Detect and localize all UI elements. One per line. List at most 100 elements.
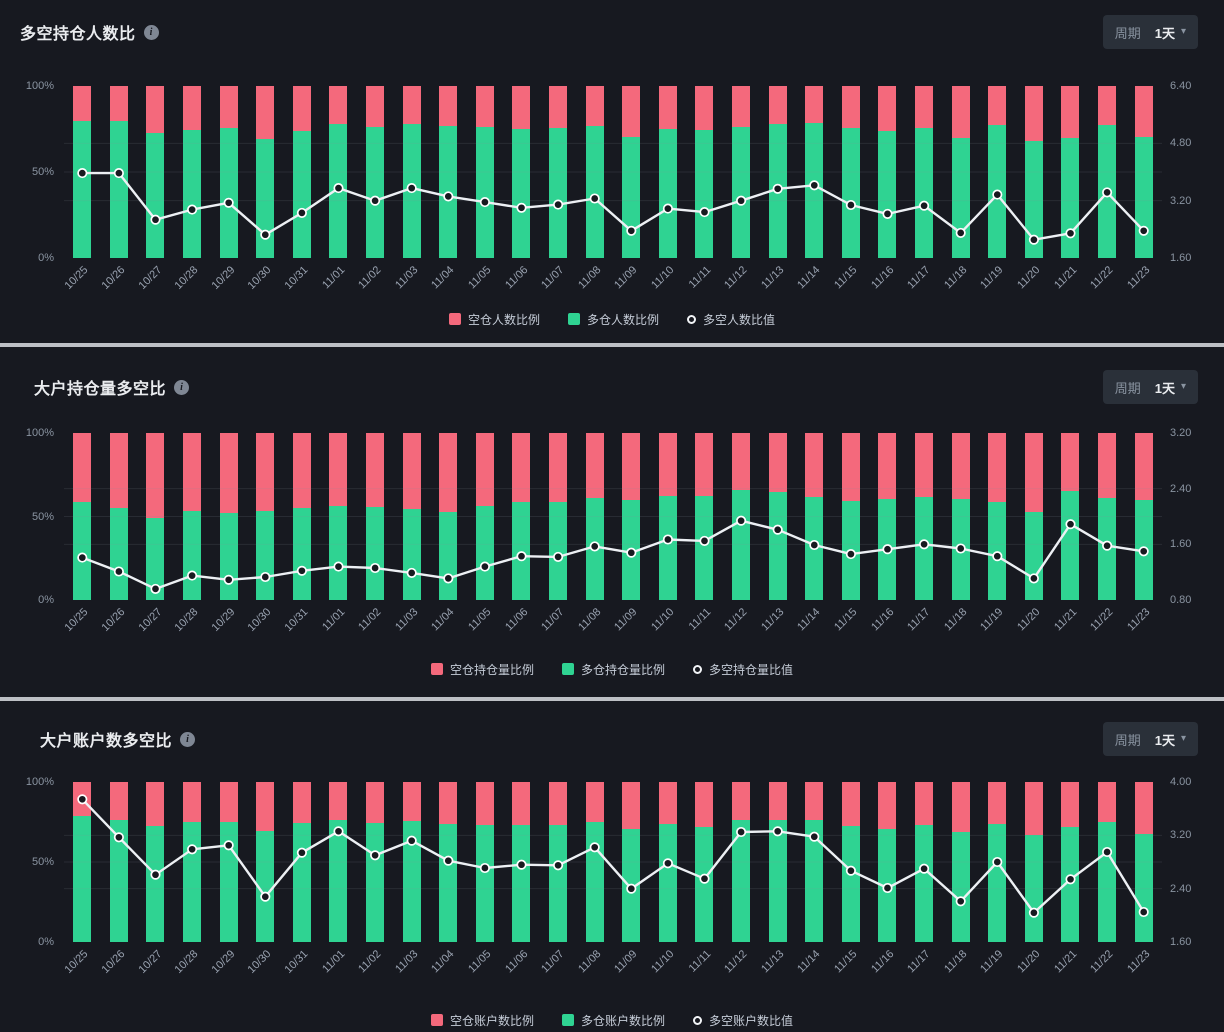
ratio-dot	[78, 169, 86, 177]
ratio-dot	[334, 562, 342, 570]
ratio-dot	[517, 552, 525, 560]
x-axis-label: 11/09	[612, 606, 639, 633]
ratio-dot	[225, 576, 233, 584]
ratio-dot	[664, 859, 672, 867]
legend-item-long[interactable]: 多仓持仓量比例	[562, 661, 665, 678]
right-axis-tick: 1.60	[1170, 936, 1191, 948]
legend-item-short[interactable]: 空仓持仓量比例	[431, 661, 534, 678]
chart-body: 100%50%0% 4.003.202.401.60	[0, 782, 1224, 942]
x-axis-label: 11/07	[539, 948, 566, 975]
x-axis-label: 11/05	[466, 606, 493, 633]
right-axis-tick: 3.20	[1170, 195, 1191, 207]
x-axis-label: 11/02	[356, 606, 383, 633]
plot-area[interactable]	[64, 433, 1162, 600]
plot-area[interactable]	[64, 782, 1162, 942]
ratio-dot	[627, 885, 635, 893]
y-axis-left: 100%50%0%	[0, 433, 64, 600]
legend-square-icon	[449, 313, 461, 325]
panel-header: 大户持仓量多空比 i 周期 1天 ▾	[0, 369, 1224, 405]
chart-panel-top-trader-position-ratio: 大户持仓量多空比 i 周期 1天 ▾ 100%50%0% 3.202.401.6…	[0, 347, 1224, 697]
chart-title: 大户账户数多空比	[40, 727, 172, 751]
x-axis-label: 10/29	[209, 264, 237, 292]
ratio-dot	[444, 574, 452, 582]
caret-down-icon: ▾	[1181, 27, 1186, 37]
legend-item-long[interactable]: 多仓账户数比例	[562, 1012, 665, 1029]
x-axis-label: 11/18	[942, 264, 969, 291]
legend-item-short[interactable]: 空仓人数比例	[449, 311, 540, 328]
info-icon[interactable]: i	[174, 380, 189, 395]
ratio-dot	[298, 567, 306, 575]
x-axis: 10/2510/2610/2710/2810/2910/3010/3111/01…	[64, 942, 1162, 986]
ratio-dot	[1030, 236, 1038, 244]
left-axis-tick: 0%	[38, 936, 54, 948]
x-axis-label: 11/23	[1125, 606, 1152, 633]
x-axis-label: 10/31	[282, 606, 310, 634]
ratio-dot	[115, 169, 123, 177]
right-axis-tick: 3.20	[1170, 829, 1191, 841]
ratio-dot	[554, 553, 562, 561]
x-axis-label: 11/08	[576, 948, 603, 975]
legend-square-icon	[562, 663, 574, 675]
ratio-dot	[1140, 908, 1148, 916]
ratio-dot	[1103, 188, 1111, 196]
right-axis-tick: 6.40	[1170, 80, 1191, 92]
legend-label: 多仓人数比例	[587, 311, 659, 328]
x-axis-label: 11/14	[795, 948, 822, 975]
info-icon[interactable]: i	[144, 25, 159, 40]
legend-label: 多空账户数比值	[709, 1012, 793, 1029]
period-control[interactable]: 周期 1天 ▾	[1103, 370, 1198, 404]
ratio-dot	[481, 562, 489, 570]
legend-label: 空仓账户数比例	[450, 1012, 534, 1029]
legend-label: 空仓人数比例	[468, 311, 540, 328]
x-axis-label: 11/11	[686, 264, 713, 291]
x-axis-label: 11/18	[942, 948, 969, 975]
ratio-dot	[920, 865, 928, 873]
left-axis-tick: 100%	[26, 776, 54, 788]
plot-area[interactable]	[64, 86, 1162, 258]
ratio-dot	[408, 184, 416, 192]
x-axis-label: 10/28	[173, 606, 201, 634]
period-control[interactable]: 周期 1天 ▾	[1103, 15, 1198, 49]
x-axis-label: 11/05	[466, 264, 493, 291]
right-axis-tick: 4.80	[1170, 137, 1191, 149]
x-axis-label: 10/26	[99, 606, 127, 634]
ratio-dot	[78, 553, 86, 561]
legend-item-ratio-line[interactable]: 多空账户数比值	[693, 1012, 793, 1029]
legend-square-icon	[431, 663, 443, 675]
ratio-dot	[847, 201, 855, 209]
legend-item-ratio-line[interactable]: 多空持仓量比值	[693, 661, 793, 678]
legend-label: 多空人数比值	[703, 311, 775, 328]
x-axis-label: 11/02	[356, 264, 383, 291]
ratio-dot	[1103, 542, 1111, 550]
legend-circle-icon	[693, 1016, 702, 1025]
ratio-dot	[737, 828, 745, 836]
period-control[interactable]: 周期 1天 ▾	[1103, 722, 1198, 756]
legend-item-short[interactable]: 空仓账户数比例	[431, 1012, 534, 1029]
x-axis-label: 11/04	[429, 264, 456, 291]
ratio-dot	[261, 573, 269, 581]
ratio-dot	[1030, 909, 1038, 917]
x-axis-label: 10/27	[136, 606, 164, 634]
ratio-dot	[591, 542, 599, 550]
ratio-dot	[920, 540, 928, 548]
ratio-dot	[261, 231, 269, 239]
x-axis-label: 10/29	[209, 948, 237, 976]
x-axis-label: 11/20	[1015, 264, 1042, 291]
legend-item-long[interactable]: 多仓人数比例	[568, 311, 659, 328]
panel-header: 多空持仓人数比 i 周期 1天 ▾	[0, 14, 1224, 50]
legend-item-ratio-line[interactable]: 多空人数比值	[687, 311, 775, 328]
x-axis-label: 11/07	[539, 606, 566, 633]
ratio-dot	[700, 537, 708, 545]
ratio-dot	[1140, 547, 1148, 555]
ratio-dot	[737, 197, 745, 205]
ratio-dot	[1030, 574, 1038, 582]
ratio-dot	[1066, 520, 1074, 528]
ratio-dot	[188, 571, 196, 579]
info-icon[interactable]: i	[180, 732, 195, 747]
x-axis-label: 11/04	[429, 606, 456, 633]
left-axis-tick: 0%	[38, 594, 54, 606]
right-axis-tick: 0.80	[1170, 594, 1191, 606]
period-label: 周期	[1115, 378, 1141, 397]
x-axis-label: 10/30	[246, 264, 274, 292]
ratio-dot	[115, 567, 123, 575]
